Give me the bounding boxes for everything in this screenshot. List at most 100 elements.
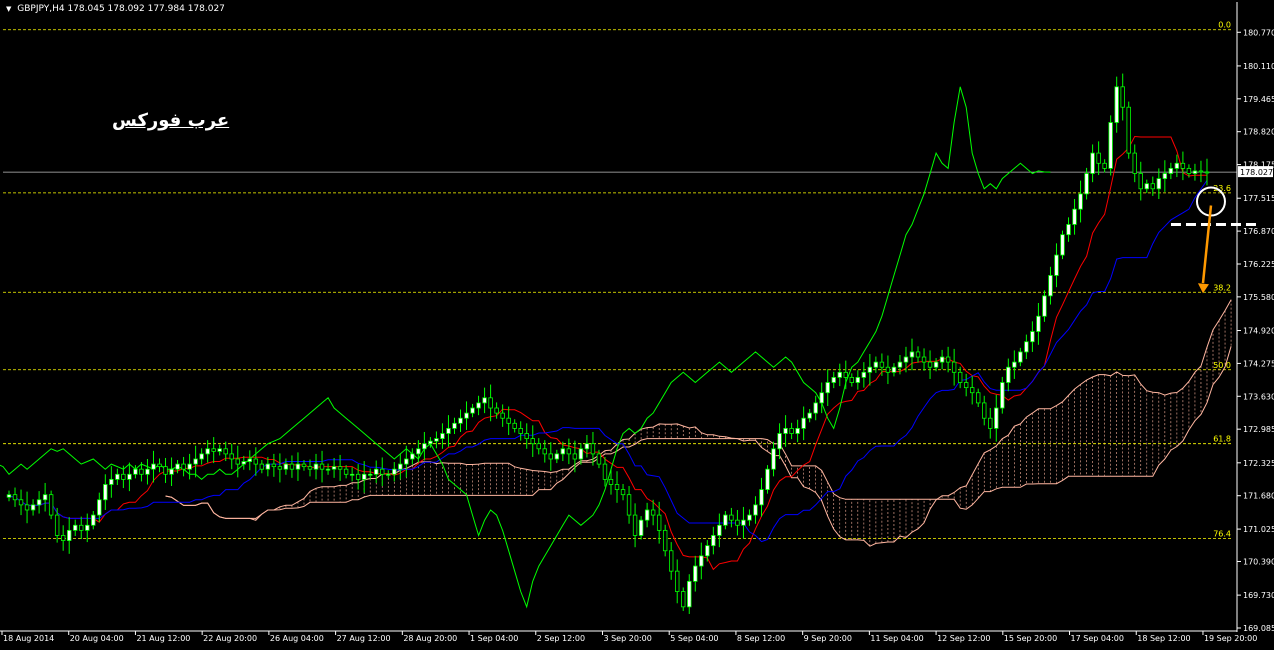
candle-body (729, 514, 734, 521)
candle-body (608, 478, 614, 485)
candle-body (301, 463, 307, 468)
candle-body (626, 494, 632, 516)
price-tick-label: 171.025 (1243, 525, 1274, 534)
candle-body (1006, 366, 1011, 383)
price-tick-label: 172.325 (1243, 459, 1274, 468)
time-axis: 18 Aug 2014 20 Aug 04:00 21 Aug 12:00 22 Au… (1, 631, 1257, 643)
time-tick-label: 9 Sep 20:00 (804, 634, 852, 643)
candle-body (771, 448, 776, 470)
candle-body (355, 473, 361, 480)
candle-body (277, 466, 283, 470)
dropdown-triangle-icon[interactable]: ▼ (6, 5, 11, 13)
candle-body (211, 448, 216, 452)
candle-body (265, 463, 271, 470)
candle-body (60, 535, 66, 541)
candle-body (982, 402, 987, 419)
fibo-level-label: 38.2 (1213, 283, 1231, 292)
candle-body (1192, 170, 1198, 174)
chart-area[interactable]: 0.0 23.6 38.2 50.0 61.8 76.4 180.770 180.110 17… (0, 0, 1274, 646)
candle-body (361, 473, 367, 480)
indicator-lines (0, 86, 1232, 609)
candle-body (259, 463, 265, 470)
time-tick-label: 18 Aug 2014 (3, 634, 54, 643)
candle-body (915, 351, 921, 358)
candle-body (813, 402, 818, 414)
time-tick-label: 1 Sep 04:00 (470, 634, 518, 643)
brand-watermark: عرب فوركس (112, 110, 230, 131)
candle-body (464, 412, 469, 419)
candle-body (48, 494, 54, 516)
candle-body (891, 366, 897, 373)
candle-body (873, 361, 879, 368)
candle-body (861, 371, 867, 378)
candle-body (115, 473, 120, 480)
candle-body (187, 463, 192, 470)
candle-body (30, 504, 36, 511)
candle-body (795, 428, 800, 434)
candle-body (1150, 183, 1156, 190)
candle-body (699, 555, 704, 567)
candle-body (687, 580, 692, 608)
candle-body (681, 591, 686, 608)
candle-body (945, 356, 951, 363)
candle-body (843, 371, 848, 378)
senkou-span-a (165, 299, 1232, 547)
candle-body (837, 371, 842, 378)
candle-body (1204, 171, 1210, 174)
fibo-level-label: 50.0 (1213, 361, 1231, 370)
candle-body (380, 468, 385, 475)
candle-body (518, 428, 523, 434)
candle-body (675, 570, 680, 592)
candle-body (590, 443, 596, 455)
time-tick-label: 3 Sep 20:00 (603, 634, 651, 643)
candle-body (175, 463, 180, 470)
candle-body (416, 448, 421, 455)
candle-body (151, 463, 156, 470)
chart-svg: 0.023.638.250.061.876.4 180.770180.11017… (0, 2, 1274, 643)
candle-body (404, 458, 409, 465)
time-tick-label: 17 Sep 04:00 (1071, 634, 1124, 643)
candle-body (1036, 315, 1041, 332)
candle-body (36, 499, 42, 506)
candle-body (1114, 86, 1119, 123)
kijun-line (8, 180, 1208, 543)
price-tick-label: 171.680 (1243, 492, 1274, 501)
candle-body (1144, 183, 1149, 190)
time-tick-label: 11 Sep 04:00 (870, 634, 923, 643)
time-tick-label: 27 Aug 12:00 (337, 634, 391, 643)
candle-body (789, 428, 794, 434)
candle-body (596, 453, 602, 465)
candle-body (91, 514, 96, 526)
candle-body (85, 524, 90, 531)
price-tick-label: 169.085 (1243, 624, 1274, 633)
time-tick-label: 21 Aug 12:00 (136, 634, 190, 643)
candle-body (223, 448, 228, 455)
candle-body (133, 468, 138, 475)
candle-body (554, 453, 560, 460)
candle-body (235, 458, 240, 465)
fibo-level-label: 61.8 (1213, 435, 1231, 444)
candle-body (307, 466, 313, 470)
candle-body (759, 489, 764, 506)
price-tick-label: 175.580 (1243, 293, 1274, 302)
candle-body (1042, 295, 1047, 317)
candle-body (524, 433, 529, 440)
time-tick-label: 20 Aug 04:00 (70, 634, 124, 643)
time-tick-label: 12 Sep 12:00 (937, 634, 990, 643)
candle-body (957, 371, 963, 383)
candle-body (668, 550, 674, 572)
candle-body (662, 529, 668, 552)
candle-body (602, 463, 608, 480)
candle-body (313, 463, 319, 470)
candle-body (446, 428, 451, 434)
candle-body (428, 440, 433, 445)
candles (6, 73, 1210, 614)
candle-body (1156, 178, 1162, 190)
candle-body (79, 524, 84, 531)
candle-body (1018, 351, 1023, 363)
candle-body (711, 535, 716, 547)
candle-body (181, 463, 186, 470)
candle-body (927, 361, 933, 368)
candle-body (783, 428, 788, 434)
candle-body (632, 514, 638, 536)
